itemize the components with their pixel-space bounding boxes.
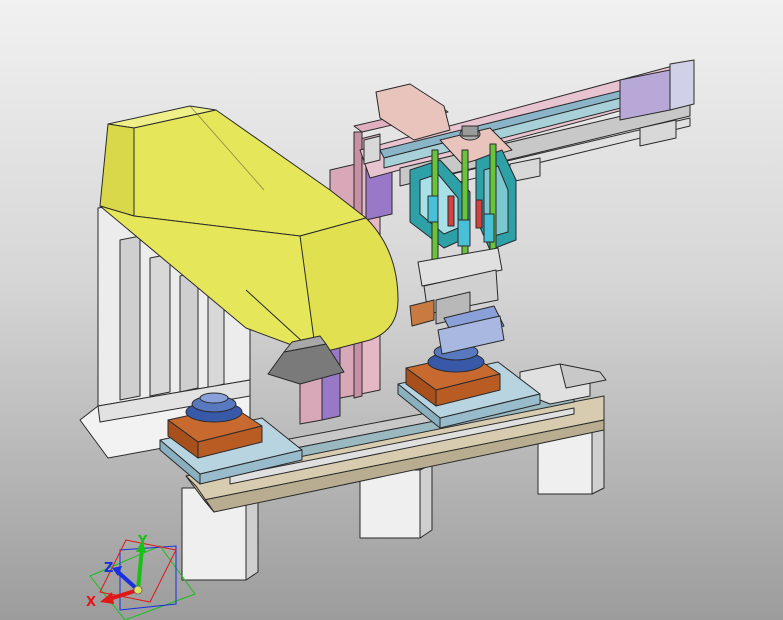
- cad-viewport[interactable]: X Y Z: [0, 0, 783, 620]
- model-assembly: X Y Z: [79, 59, 695, 620]
- z-axis-label: Z: [104, 561, 113, 576]
- top-cover-plate: [375, 83, 451, 141]
- axis-triad: X Y Z: [86, 534, 196, 620]
- x-axis-label: X: [86, 595, 96, 610]
- y-axis-label: Y: [137, 534, 148, 549]
